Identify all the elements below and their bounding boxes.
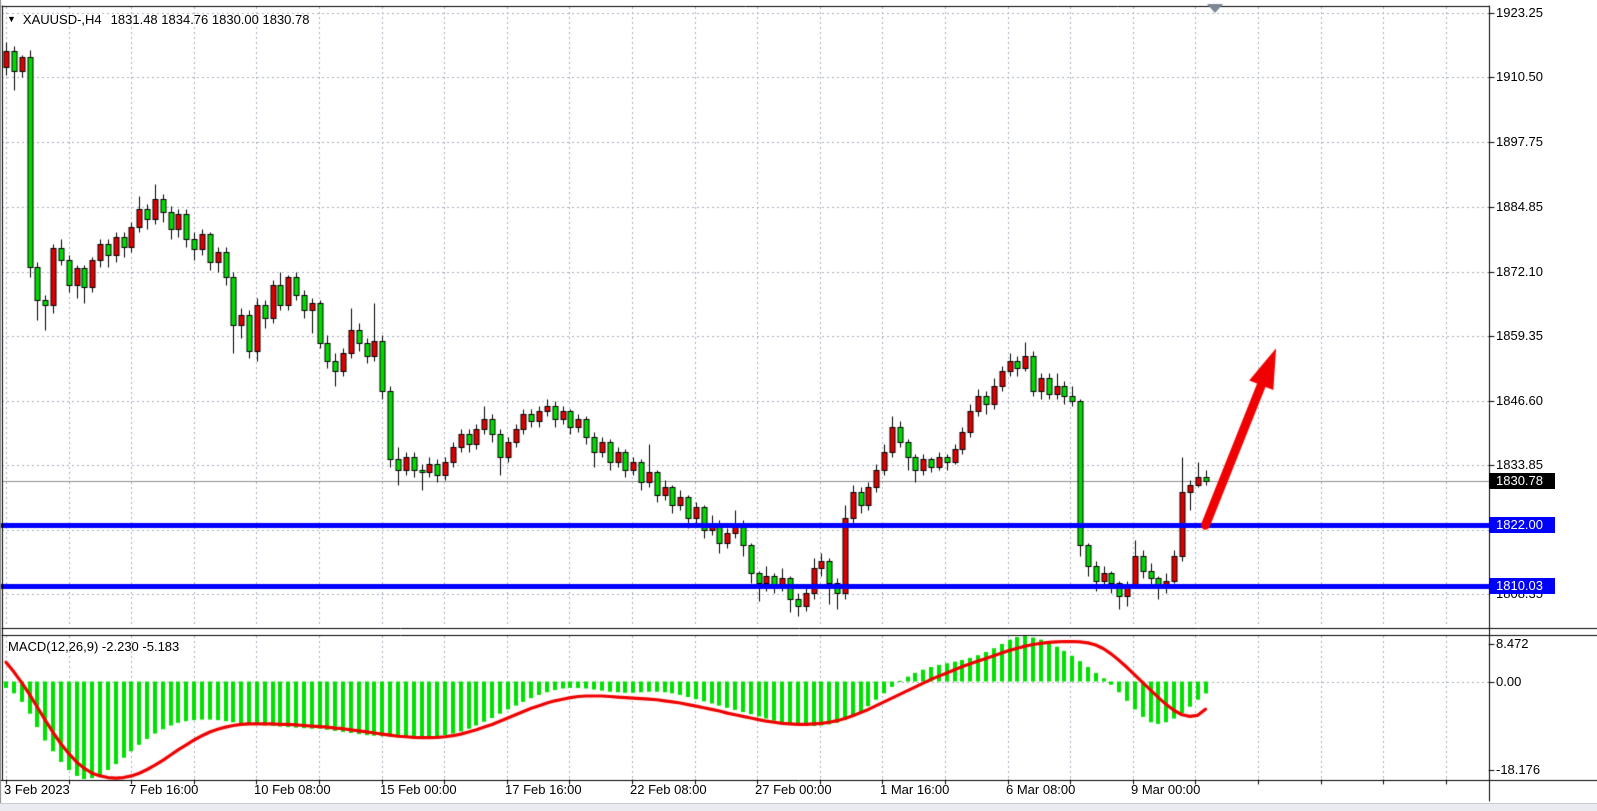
macd-indicator-label: MACD(12,26,9) -2.230 -5.183: [8, 639, 179, 654]
price-tick-label: 1872.10: [1496, 264, 1543, 280]
resistance-level-price-tag: 1822.00: [1489, 517, 1555, 533]
time-tick-label: 15 Feb 00:00: [380, 782, 457, 798]
time-tick-label: 3 Feb 2023: [4, 782, 70, 798]
macd-scale-label: 0.00: [1496, 674, 1521, 690]
price-tick-label: 1884.85: [1496, 199, 1543, 215]
current-price-tag: 1830.78: [1489, 473, 1555, 489]
price-tick-label: 1859.35: [1496, 328, 1543, 344]
time-tick-label: 7 Feb 16:00: [129, 782, 198, 798]
macd-scale-label: 8.472: [1496, 636, 1529, 652]
price-tick-label: 1923.25: [1496, 5, 1543, 21]
macd-scale-label: -18.176: [1496, 762, 1540, 778]
price-tick-label: 1846.60: [1496, 393, 1543, 409]
price-tick-label: 1833.85: [1496, 457, 1543, 473]
time-tick-label: 22 Feb 08:00: [630, 782, 707, 798]
time-tick-label: 6 Mar 08:00: [1006, 782, 1075, 798]
time-tick-label: 27 Feb 00:00: [755, 782, 832, 798]
ohlc-values-label: 1831.48 1834.76 1830.00 1830.78: [111, 12, 310, 27]
time-tick-label: 9 Mar 00:00: [1131, 782, 1200, 798]
price-tick-label: 1897.75: [1496, 134, 1543, 150]
mt4-chart-window: ▼ XAUUSD-,H4 1831.48 1834.76 1830.00 183…: [0, 0, 1597, 811]
symbol-timeframe-label: XAUUSD-,H4: [23, 12, 102, 27]
price-chart-canvas[interactable]: [0, 0, 1597, 811]
support-level-price-tag: 1810.03: [1489, 578, 1555, 594]
time-tick-label: 17 Feb 16:00: [505, 782, 582, 798]
symbol-dropdown-icon[interactable]: ▼: [7, 14, 16, 24]
time-tick-label: 10 Feb 08:00: [254, 782, 331, 798]
price-tick-label: 1910.50: [1496, 69, 1543, 85]
chart-title: ▼ XAUUSD-,H4 1831.48 1834.76 1830.00 183…: [7, 12, 309, 27]
time-tick-label: 1 Mar 16:00: [880, 782, 949, 798]
window-bottom-strip: [0, 803, 1597, 811]
